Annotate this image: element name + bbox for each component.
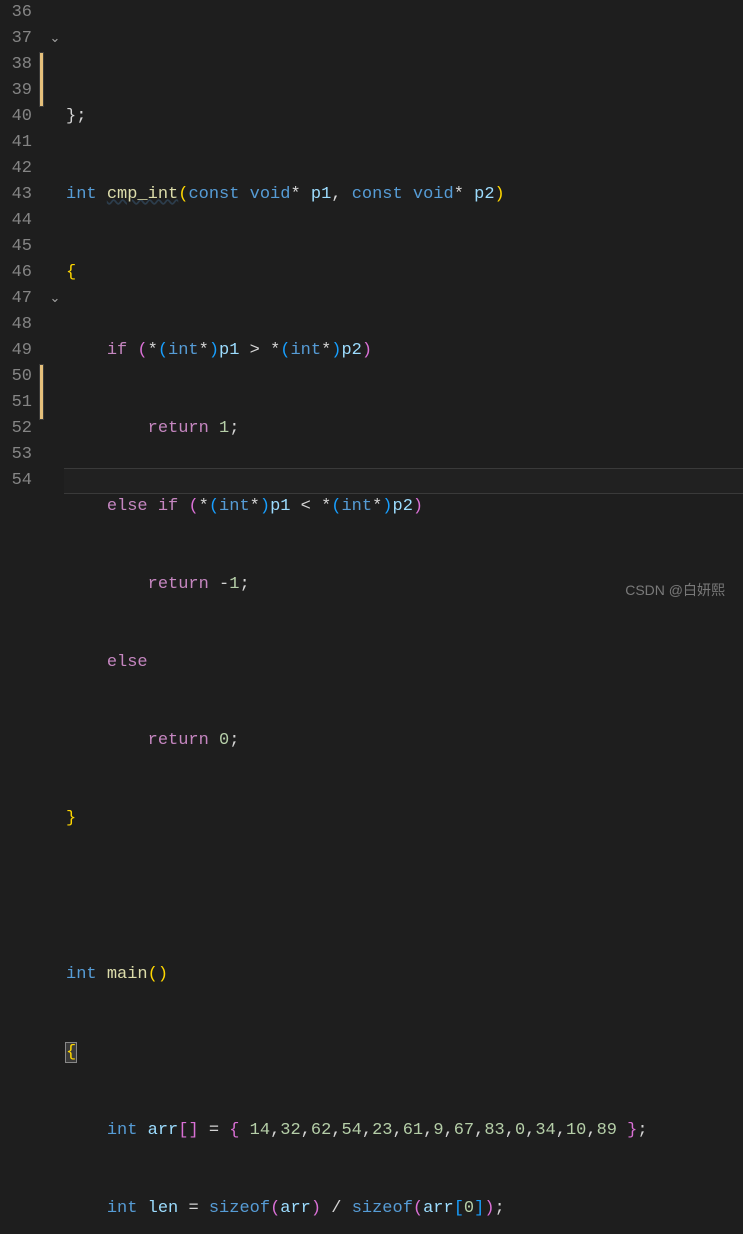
line-number: 49 [0, 338, 32, 364]
code-line[interactable]: { [66, 260, 743, 286]
line-number: 45 [0, 234, 32, 260]
code-editor[interactable]: 36 37 38 39 40 41 42 43 44 45 46 47 48 4… [0, 0, 743, 617]
code-line[interactable]: else [66, 650, 743, 676]
line-number: 46 [0, 260, 32, 286]
line-number: 50 [0, 364, 32, 390]
line-number: 42 [0, 156, 32, 182]
code-area[interactable]: }; int cmp_int(const void* p1, const voi… [64, 0, 743, 617]
line-number: 53 [0, 442, 32, 468]
line-number: 38 [0, 52, 32, 78]
line-number: 43 [0, 182, 32, 208]
line-number-gutter: 36 37 38 39 40 41 42 43 44 45 46 47 48 4… [0, 0, 38, 617]
line-number: 51 [0, 390, 32, 416]
function-name: cmp_int [107, 185, 178, 204]
code-line[interactable]: else if (*(int*)p1 < *(int*)p2) [66, 494, 743, 520]
code-line[interactable]: return 1; [66, 416, 743, 442]
change-marker [39, 52, 44, 107]
line-number: 54 [0, 468, 32, 494]
function-name: main [107, 965, 148, 984]
watermark: CSDN @白妍熙 [625, 577, 725, 603]
line-number: 44 [0, 208, 32, 234]
matching-brace: { [66, 1043, 76, 1062]
line-number: 37 [0, 26, 32, 52]
line-number: 47 [0, 286, 32, 312]
line-number: 41 [0, 130, 32, 156]
array-values: 14,32,62,54,23,61,9,67,83,0,34,10,89 [250, 1121, 617, 1140]
chevron-down-icon[interactable]: ⌄ [46, 286, 64, 312]
code-line[interactable]: int len = sizeof(arr) / sizeof(arr[0]); [66, 1196, 743, 1222]
code-line[interactable] [66, 884, 743, 910]
code-line[interactable]: int arr[] = { 14,32,62,54,23,61,9,67,83,… [66, 1118, 743, 1144]
line-number: 52 [0, 416, 32, 442]
line-number: 39 [0, 78, 32, 104]
change-marker [39, 364, 44, 420]
code-line[interactable]: int main() [66, 962, 743, 988]
code-line[interactable]: int cmp_int(const void* p1, const void* … [66, 182, 743, 208]
chevron-down-icon[interactable]: ⌄ [46, 26, 64, 52]
code-line[interactable]: { [66, 1040, 743, 1066]
current-line-highlight [64, 468, 743, 494]
change-marker-column [38, 0, 46, 617]
code-line[interactable]: }; [66, 104, 743, 130]
code-line[interactable]: return 0; [66, 728, 743, 754]
fold-column: ⌄ ⌄ [46, 0, 64, 617]
code-line[interactable]: if (*(int*)p1 > *(int*)p2) [66, 338, 743, 364]
line-number: 48 [0, 312, 32, 338]
line-number: 40 [0, 104, 32, 130]
line-number: 36 [0, 0, 32, 26]
code-line[interactable]: } [66, 806, 743, 832]
